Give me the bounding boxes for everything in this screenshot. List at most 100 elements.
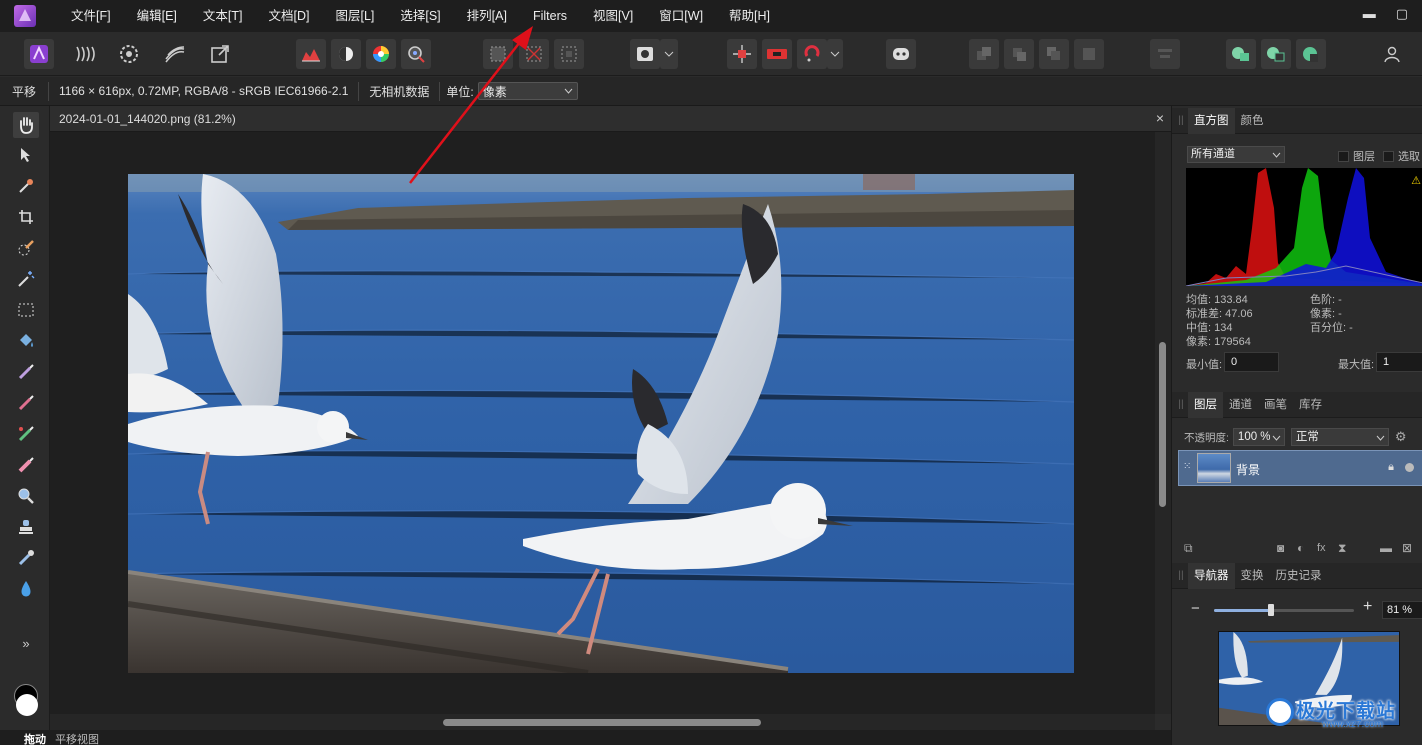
boolean-subtract-icon[interactable] <box>1261 39 1291 69</box>
zoom-in-icon[interactable]: + <box>1363 598 1372 616</box>
blend-mode-select[interactable]: 正常 <box>1290 428 1389 446</box>
color-well[interactable] <box>13 684 39 718</box>
snapping-dropdown-icon[interactable] <box>827 39 843 69</box>
liquify-persona-icon[interactable] <box>70 39 100 69</box>
tab-layers[interactable]: 图层 <box>1188 391 1223 418</box>
zoom-tool-icon[interactable] <box>13 483 39 509</box>
menu-document[interactable]: 文档[D] <box>255 0 322 32</box>
opacity-field[interactable]: 100 % <box>1232 428 1285 446</box>
mask-layer-icon[interactable]: ◙ <box>1277 541 1284 555</box>
arrange-back-icon[interactable] <box>969 39 999 69</box>
menu-help[interactable]: 帮助[H] <box>716 0 783 32</box>
arrange-front-icon[interactable] <box>1074 39 1104 69</box>
document-tab[interactable]: 2024-01-01_144020.png (81.2%) × <box>50 106 1171 132</box>
horizontal-scrollbar[interactable] <box>50 714 1155 730</box>
max-value-field[interactable]: 1 <box>1376 352 1422 372</box>
tab-stock[interactable]: 库存 <box>1293 392 1328 418</box>
selection-checkbox[interactable]: 选取 <box>1383 148 1420 164</box>
zoom-value-field[interactable]: 81 % <box>1382 601 1422 619</box>
auto-adjust-icon[interactable] <box>401 39 431 69</box>
fx-icon[interactable]: fx <box>1317 542 1326 554</box>
tab-color[interactable]: 颜色 <box>1235 108 1270 134</box>
stamp-tool-icon[interactable] <box>13 514 39 540</box>
magnet-snapping-icon[interactable] <box>797 39 827 69</box>
tone-mapping-persona-icon[interactable] <box>160 39 190 69</box>
hand-tool-icon[interactable] <box>13 112 39 138</box>
smudge-tool-icon[interactable] <box>13 545 39 571</box>
snapping-icon[interactable] <box>727 39 757 69</box>
tab-navigator[interactable]: 导航器 <box>1188 562 1235 589</box>
quick-mask-dropdown-icon[interactable] <box>660 39 678 69</box>
menu-edit[interactable]: 编辑[E] <box>124 0 190 32</box>
clone-tool-icon[interactable] <box>13 421 39 447</box>
assistant-robot-icon[interactable] <box>886 39 916 69</box>
boolean-add-icon[interactable] <box>1226 39 1256 69</box>
assistant-icon[interactable] <box>762 39 792 69</box>
affinity-photo-logo-icon[interactable] <box>14 5 36 27</box>
expand-tools-icon[interactable]: » <box>13 630 39 656</box>
boolean-intersect-icon[interactable] <box>1296 39 1326 69</box>
close-document-icon[interactable]: × <box>1156 110 1164 126</box>
color-picker-tool-icon[interactable] <box>13 173 39 199</box>
secondary-color-swatch[interactable] <box>16 694 38 716</box>
align-icon[interactable] <box>1150 39 1180 69</box>
levels-adjustment-icon[interactable] <box>296 39 326 69</box>
arrange-backward-icon[interactable] <box>1004 39 1034 69</box>
develop-persona-icon[interactable] <box>114 39 144 69</box>
navigator-preview[interactable] <box>1218 631 1400 726</box>
maximize-button[interactable]: ▢ <box>1396 6 1408 22</box>
move-tool-icon[interactable] <box>13 142 39 168</box>
menu-file[interactable]: 文件[F] <box>58 0 124 32</box>
eraser-tool-icon[interactable] <box>13 452 39 478</box>
tab-brushes[interactable]: 画笔 <box>1258 392 1293 418</box>
layer-checkbox[interactable]: 图层 <box>1338 148 1375 164</box>
zoom-out-icon[interactable]: − <box>1191 600 1200 617</box>
horizontal-scroll-thumb[interactable] <box>443 719 761 726</box>
fill-tool-icon[interactable] <box>13 328 39 354</box>
histogram-channel-select[interactable]: 所有通道 <box>1187 146 1285 163</box>
panel-grip-icon[interactable]: || <box>1172 115 1186 126</box>
tab-history[interactable]: 历史记录 <box>1270 563 1328 589</box>
canvas-area[interactable] <box>50 132 1155 714</box>
layer-grip-icon[interactable]: ⁙ <box>1183 461 1191 472</box>
selection-brush-tool-icon[interactable] <box>13 235 39 261</box>
lock-icon[interactable]: 🔒︎ <box>1388 461 1394 474</box>
zoom-slider-knob[interactable] <box>1268 604 1274 616</box>
account-user-icon[interactable] <box>1377 39 1407 69</box>
vertical-scrollbar[interactable] <box>1155 132 1171 714</box>
min-value-field[interactable]: 0 <box>1224 352 1279 372</box>
quick-mask-icon[interactable] <box>630 39 660 69</box>
vertical-scroll-thumb[interactable] <box>1159 342 1166 507</box>
curves-adjustment-icon[interactable] <box>331 39 361 69</box>
paint-brush-tool-icon[interactable] <box>13 359 39 385</box>
menu-layer[interactable]: 图层[L] <box>322 0 387 32</box>
panel-grip-icon[interactable]: || <box>1172 399 1186 410</box>
hsl-adjustment-icon[interactable] <box>366 39 396 69</box>
group-folder-icon[interactable]: ▬ <box>1380 541 1392 555</box>
gear-icon[interactable]: ⚙ <box>1395 429 1407 445</box>
unit-select[interactable]: 像素 <box>477 82 578 100</box>
minimize-button[interactable]: ▬ <box>1363 6 1376 22</box>
flood-select-tool-icon[interactable] <box>13 266 39 292</box>
deselect-icon[interactable] <box>519 39 549 69</box>
tab-transform[interactable]: 变换 <box>1235 563 1270 589</box>
tab-channels[interactable]: 通道 <box>1223 392 1258 418</box>
arrange-forward-icon[interactable] <box>1039 39 1069 69</box>
photo-persona-icon[interactable] <box>24 39 54 69</box>
layer-row-background[interactable]: ⁙ 背景 🔒︎ <box>1178 450 1422 486</box>
zoom-slider[interactable] <box>1214 604 1354 616</box>
export-persona-icon[interactable] <box>205 39 235 69</box>
menu-window[interactable]: 窗口[W] <box>646 0 716 32</box>
visibility-dot-icon[interactable] <box>1405 463 1414 472</box>
tab-histogram[interactable]: 直方图 <box>1188 107 1235 134</box>
menu-arrange[interactable]: 排列[A] <box>454 0 520 32</box>
menu-text[interactable]: 文本[T] <box>190 0 256 32</box>
panel-grip-icon[interactable]: || <box>1172 570 1186 581</box>
selection-mode-rect-icon[interactable] <box>483 39 513 69</box>
menu-view[interactable]: 视图[V] <box>580 0 646 32</box>
adjustment-layer-icon[interactable]: ◐ <box>1297 541 1304 555</box>
menu-select[interactable]: 选择[S] <box>387 0 453 32</box>
delete-layer-icon[interactable]: ⊠ <box>1402 541 1412 555</box>
crop-tool-icon[interactable] <box>13 204 39 230</box>
brush-tool-icon[interactable] <box>13 390 39 416</box>
